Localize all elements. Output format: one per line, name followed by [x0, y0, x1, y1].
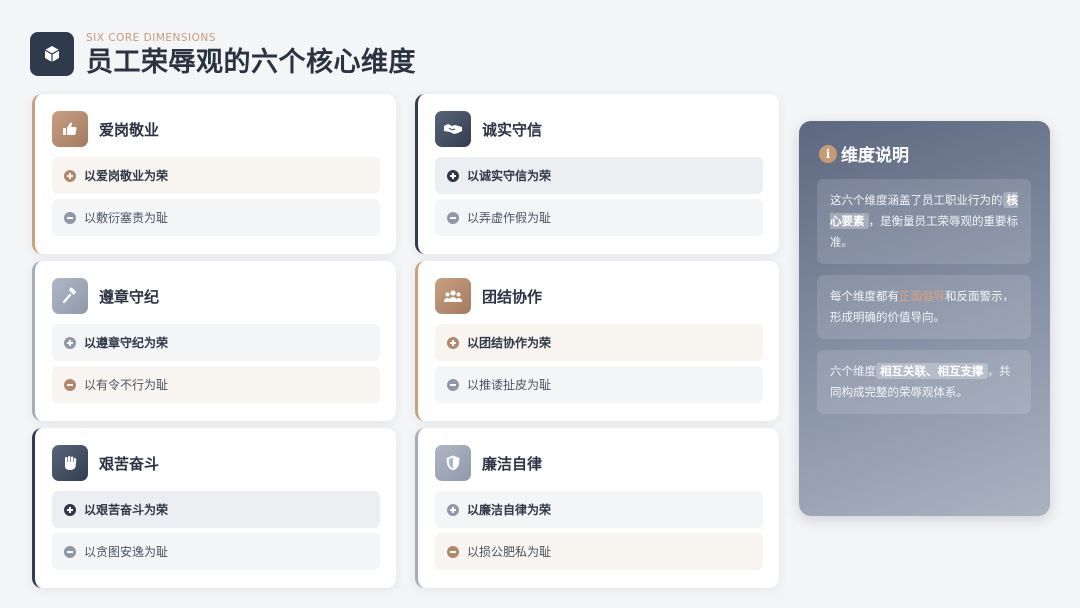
cube-icon — [44, 46, 60, 62]
card-icon-box — [52, 278, 88, 314]
plus-icon — [447, 336, 459, 349]
explanation-panel: i 维度说明 这六个维度涵盖了员工职业行为的 核心要素 ，是衡量员工荣辱观的重要标准… — [799, 121, 1050, 516]
honor-row: 以遵章守纪为荣 — [52, 324, 380, 361]
note-text: 六个维度 — [830, 364, 876, 378]
card-title: 诚实守信 — [482, 121, 543, 139]
card-hard-work: 艰苦奋斗 以艰苦奋斗为荣 以贪图安逸为耻 — [32, 428, 396, 588]
honor-text: 以诚实守信为荣 — [467, 169, 552, 183]
shame-text: 以贪图安逸为耻 — [84, 545, 169, 559]
plus-icon — [447, 503, 459, 516]
card-title: 团结协作 — [482, 288, 543, 306]
card-discipline: 遵章守纪 以遵章守纪为荣 以有令不行为耻 — [32, 261, 396, 421]
shame-text: 以损公肥私为耻 — [467, 545, 552, 559]
note-text: 每个维度都有 — [830, 289, 899, 303]
card-title: 艰苦奋斗 — [99, 455, 160, 473]
minus-icon — [64, 378, 76, 391]
handshake-icon — [444, 124, 462, 134]
note-card: 这六个维度涵盖了员工职业行为的 核心要素 ，是衡量员工荣辱观的重要标准。 — [817, 179, 1031, 264]
note-text: 这六个维度涵盖了员工职业行为的 — [830, 193, 1003, 207]
page-title: 员工荣辱观的六个核心维度 — [86, 47, 416, 78]
card-icon-box — [435, 111, 471, 147]
honor-text: 以爱岗敬业为荣 — [84, 169, 169, 183]
honor-row: 以爱岗敬业为荣 — [52, 157, 380, 194]
honor-text: 以廉洁自律为荣 — [467, 503, 552, 517]
card-icon-box — [435, 445, 471, 481]
shame-text: 以弄虚作假为耻 — [467, 211, 552, 225]
fist-icon — [65, 456, 77, 470]
card-icon-box — [435, 278, 471, 314]
shame-row: 以推诿扯皮为耻 — [435, 366, 763, 403]
card-honesty: 诚实守信 以诚实守信为荣 以弄虚作假为耻 — [415, 94, 779, 254]
card-teamwork: 团结协作 以团结协作为荣 以推诿扯皮为耻 — [415, 261, 779, 421]
shame-row: 以贪图安逸为耻 — [52, 533, 380, 570]
note-highlight: 正面倡导 — [899, 289, 945, 303]
shame-text: 以有令不行为耻 — [84, 378, 169, 392]
note-card: 六个维度 相互关联、相互支撑 ，共同构成完整的荣辱观体系。 — [817, 350, 1031, 414]
shield-icon — [446, 455, 460, 471]
plus-icon — [64, 336, 76, 349]
honor-row: 以诚实守信为荣 — [435, 157, 763, 194]
honor-text: 以遵章守纪为荣 — [84, 336, 169, 350]
minus-icon — [447, 378, 459, 391]
note-highlight: 相互关联、相互支撑 — [876, 363, 988, 379]
shame-text: 以敷衍塞责为耻 — [84, 211, 169, 225]
card-icon-box — [52, 445, 88, 481]
honor-text: 以团结协作为荣 — [467, 336, 552, 350]
honor-row: 以艰苦奋斗为荣 — [52, 491, 380, 528]
card-integrity: 廉洁自律 以廉洁自律为荣 以损公肥私为耻 — [415, 428, 779, 588]
card-icon-box — [52, 111, 88, 147]
card-title: 爱岗敬业 — [99, 121, 160, 139]
shame-row: 以损公肥私为耻 — [435, 533, 763, 570]
shame-text: 以推诿扯皮为耻 — [467, 378, 552, 392]
card-title: 遵章守纪 — [99, 288, 160, 306]
plus-icon — [447, 169, 459, 182]
honor-text: 以艰苦奋斗为荣 — [84, 503, 169, 517]
plus-icon — [64, 503, 76, 516]
minus-icon — [447, 211, 459, 224]
thumbs-up-icon — [63, 122, 77, 135]
shame-row: 以弄虚作假为耻 — [435, 199, 763, 236]
card-dedication: 爱岗敬业 以爱岗敬业为荣 以敷衍塞责为耻 — [32, 94, 396, 254]
note-card: 每个维度都有正面倡导和反面警示，形成明确的价值导向。 — [817, 275, 1031, 339]
minus-icon — [64, 545, 76, 558]
plus-icon — [64, 169, 76, 182]
people-icon — [444, 290, 462, 302]
card-title: 廉洁自律 — [482, 455, 543, 473]
header-logo — [30, 32, 74, 76]
panel-header: i 维度说明 — [819, 141, 909, 166]
shame-row: 以有令不行为耻 — [52, 366, 380, 403]
minus-icon — [64, 211, 76, 224]
honor-row: 以廉洁自律为荣 — [435, 491, 763, 528]
panel-title: 维度说明 — [841, 146, 909, 166]
info-icon: i — [819, 144, 837, 163]
shame-row: 以敷衍塞责为耻 — [52, 199, 380, 236]
minus-icon — [447, 545, 459, 558]
honor-row: 以团结协作为荣 — [435, 324, 763, 361]
gavel-icon — [62, 287, 76, 304]
